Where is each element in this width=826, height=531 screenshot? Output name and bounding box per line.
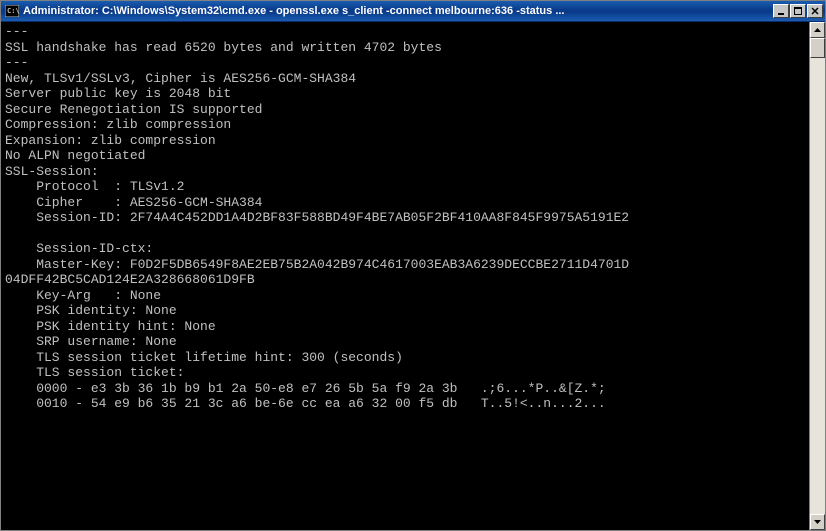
scroll-up-button[interactable] bbox=[810, 22, 825, 38]
scroll-track[interactable] bbox=[810, 38, 825, 514]
maximize-button[interactable] bbox=[790, 4, 806, 18]
cmd-window: C:\ Administrator: C:\Windows\System32\c… bbox=[0, 0, 826, 531]
scroll-thumb[interactable] bbox=[810, 38, 825, 58]
window-controls bbox=[773, 4, 823, 18]
scroll-down-button[interactable] bbox=[810, 514, 825, 530]
svg-text:C:\: C:\ bbox=[7, 7, 19, 15]
vertical-scrollbar[interactable] bbox=[809, 22, 825, 530]
minimize-button[interactable] bbox=[773, 4, 789, 18]
triangle-down-icon bbox=[814, 520, 821, 524]
content-area: --- SSL handshake has read 6520 bytes an… bbox=[1, 22, 825, 530]
window-title: Administrator: C:\Windows\System32\cmd.e… bbox=[23, 5, 773, 17]
close-button[interactable] bbox=[807, 4, 823, 18]
cmd-app-icon: C:\ bbox=[4, 3, 20, 19]
terminal-output[interactable]: --- SSL handshake has read 6520 bytes an… bbox=[1, 22, 809, 530]
titlebar[interactable]: C:\ Administrator: C:\Windows\System32\c… bbox=[1, 1, 825, 22]
triangle-up-icon bbox=[814, 28, 821, 32]
